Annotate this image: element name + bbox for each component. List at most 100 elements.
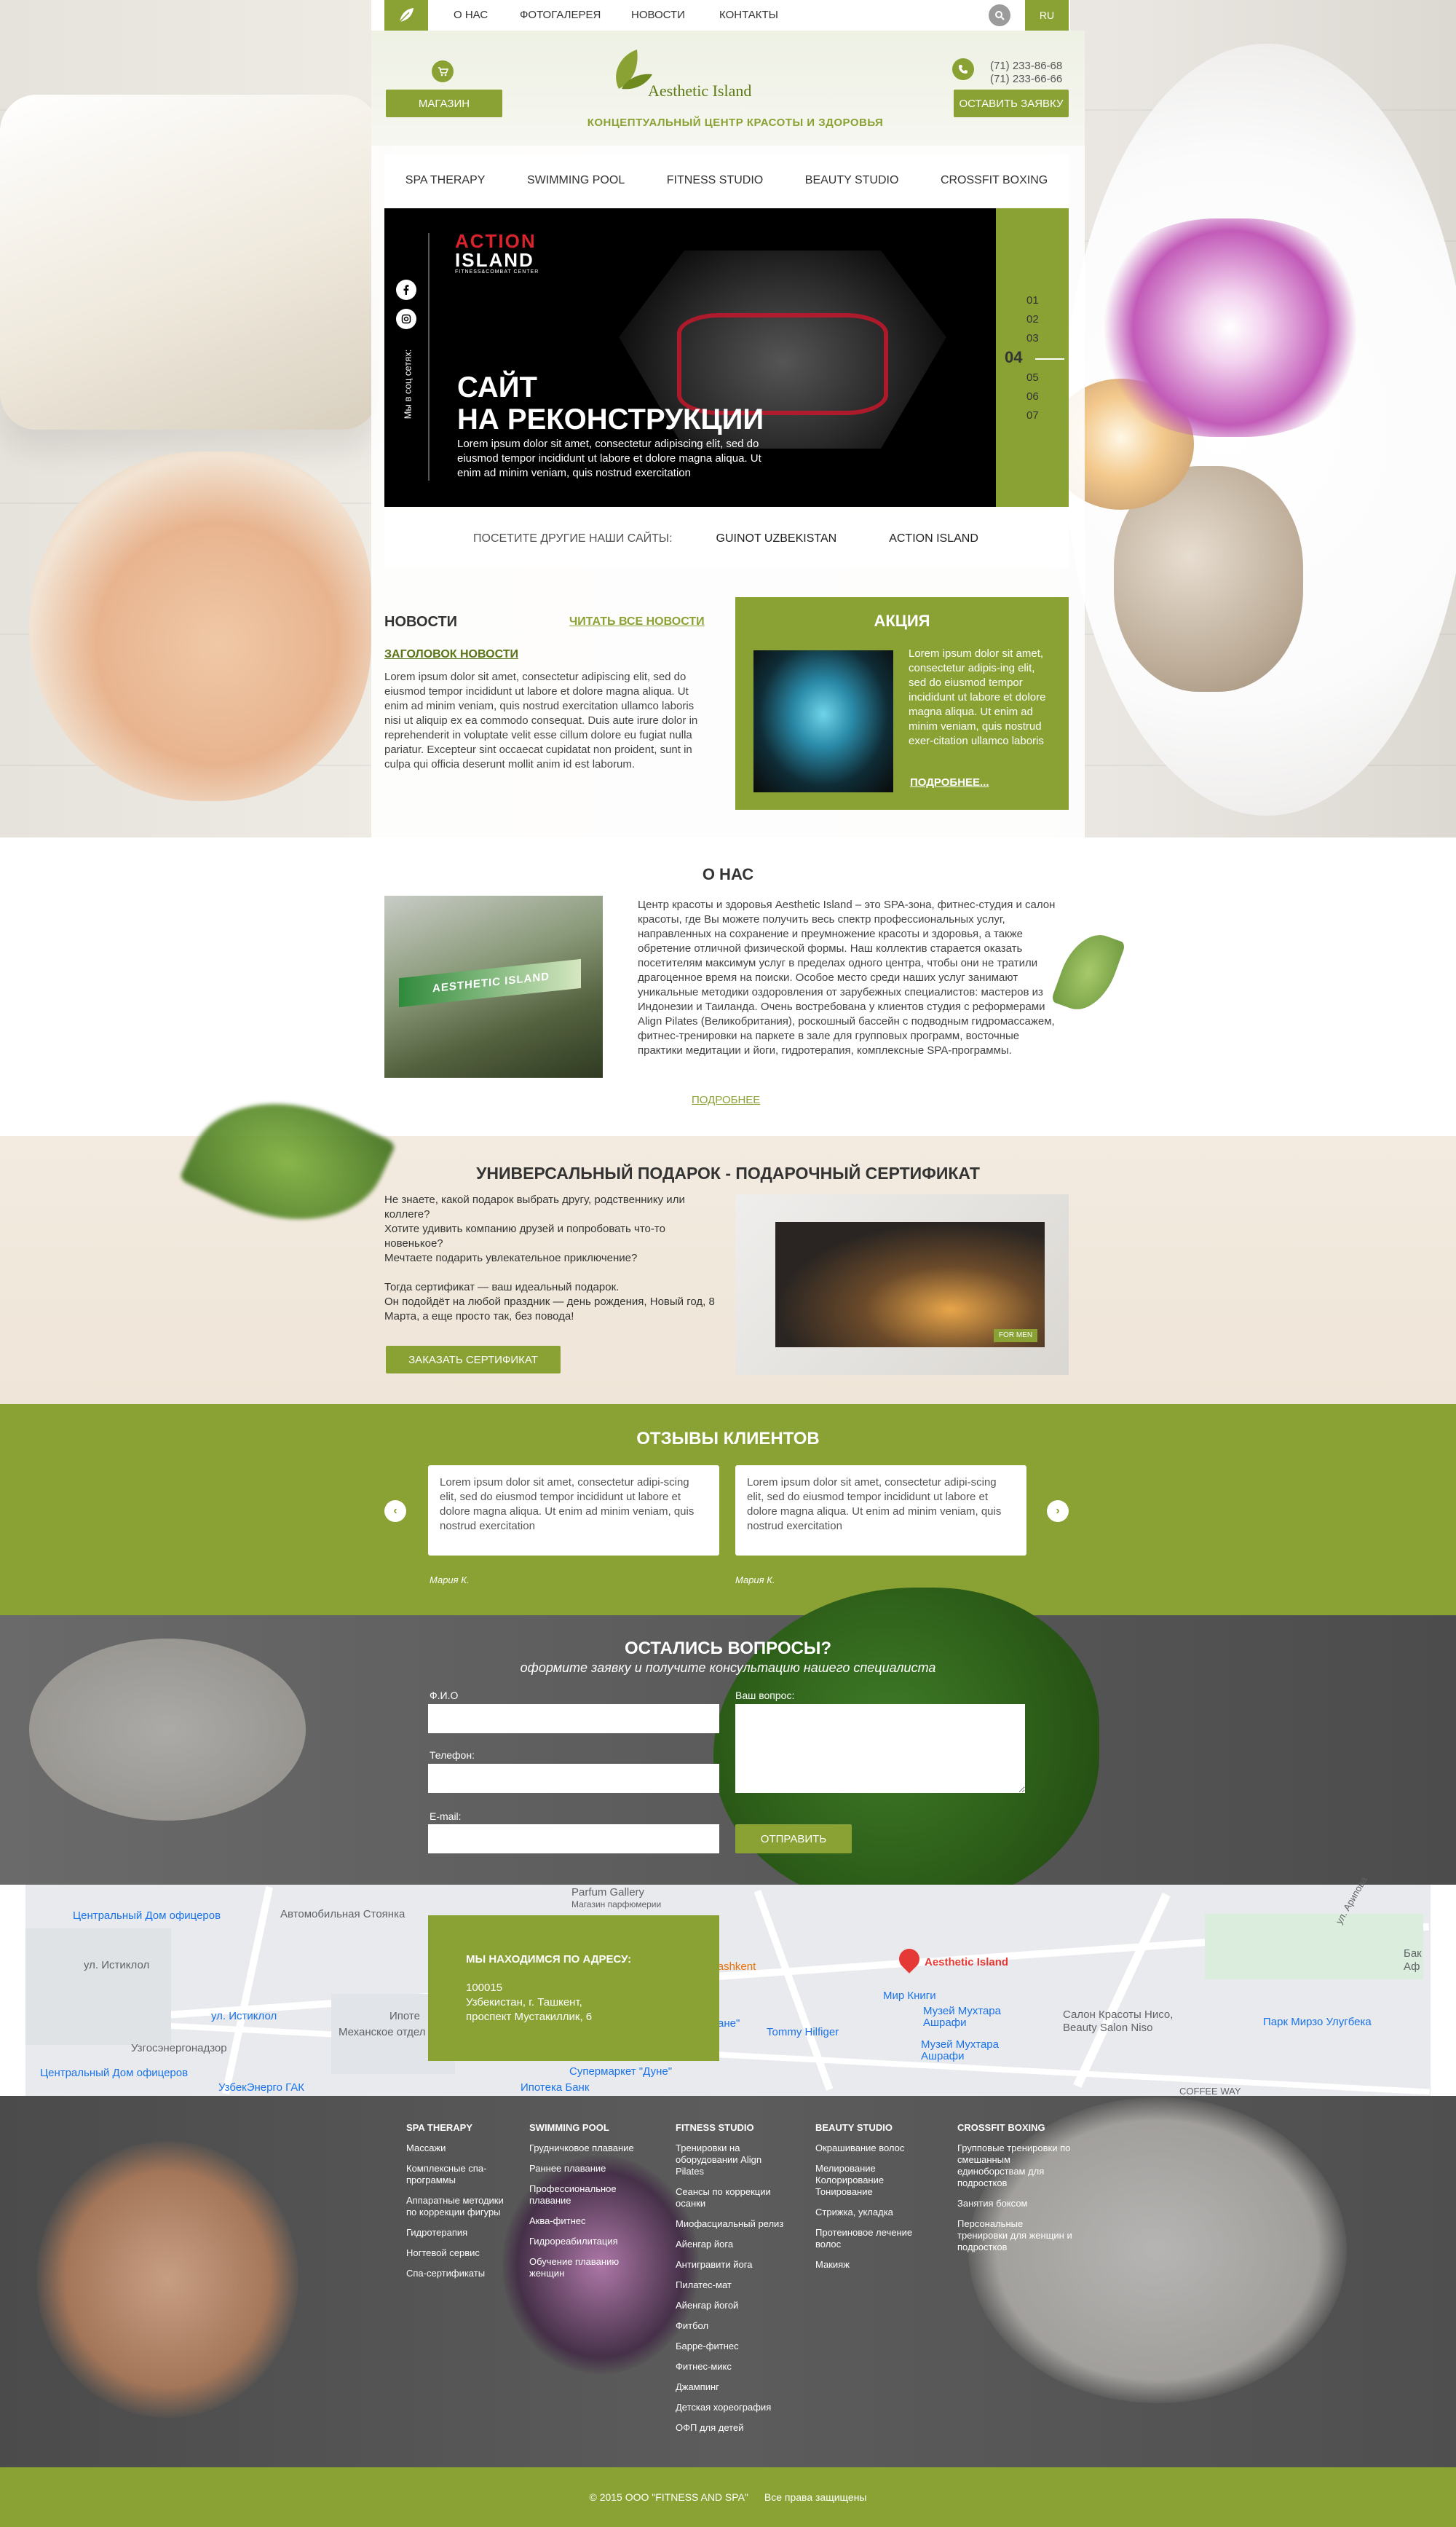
nav-about[interactable]: О НАС	[454, 9, 488, 21]
map-label-museum-1: Музей Мухтара Ашрафи	[923, 2005, 1001, 2029]
nav-contacts[interactable]: КОНТАКТЫ	[719, 9, 778, 21]
map-label-uzgas: Узгосэнергонадзор	[131, 2042, 227, 2054]
map-label-museum-2: Музей Мухтара Ашрафи	[921, 2038, 999, 2062]
guinot-link[interactable]: GUINOT UZBEKISTAN	[716, 532, 837, 545]
footer-link[interactable]: Пилатес-мат	[676, 2279, 792, 2291]
footer-list-fitness: Тренировки на оборудовании Align Pilates…	[676, 2142, 792, 2443]
request-button[interactable]: ОСТАВИТЬ ЗАЯВКУ	[954, 90, 1069, 117]
footer-heading-beauty[interactable]: BEAUTY STUDIO	[815, 2122, 893, 2133]
submit-button[interactable]: ОТПРАВИТЬ	[735, 1824, 852, 1853]
contact-subheading: оформите заявку и получите консультацию …	[520, 1660, 936, 1675]
map-label-mekhanskoe: Механское отдел	[339, 2026, 426, 2038]
leaf-decoration	[1051, 926, 1126, 1019]
map-label-coffee: COFFEE WAY	[1179, 2086, 1241, 2097]
footer-link[interactable]: Макияж	[815, 2259, 925, 2271]
footer-link[interactable]: Протеиновое лечение волос	[815, 2227, 925, 2250]
footer-link[interactable]: Массажи	[406, 2142, 508, 2154]
shell-salt-image	[29, 452, 371, 801]
footer-link[interactable]: Айенгар йогой	[676, 2300, 792, 2311]
footer-link[interactable]: Мелирование Колорирование Тонирование	[815, 2163, 925, 2198]
footer-link[interactable]: Занятия боксом	[957, 2198, 1074, 2209]
slide-dot-4-active[interactable]: 04	[1005, 348, 1022, 367]
email-field[interactable]	[428, 1824, 719, 1853]
service-fitness-studio[interactable]: FITNESS STUDIO	[667, 174, 763, 187]
footer-link[interactable]: Комплексные спа-программы	[406, 2163, 508, 2186]
footer-link[interactable]: Гидротерапия	[406, 2227, 508, 2239]
footer-link[interactable]: Барре-фитнес	[676, 2341, 792, 2352]
question-field[interactable]	[735, 1704, 1025, 1793]
footer-link[interactable]: Джампинг	[676, 2381, 792, 2393]
promo-more-link[interactable]: ПОДРОБНЕЕ...	[910, 776, 989, 789]
slide-dot-6[interactable]: 06	[1026, 390, 1039, 403]
search-button[interactable]	[989, 4, 1010, 26]
all-news-link[interactable]: ЧИТАТЬ ВСЕ НОВОСТИ	[569, 615, 705, 628]
slide-text: Lorem ipsum dolor sit amet, consectetur …	[457, 438, 761, 479]
slide-dot-1[interactable]: 01	[1026, 294, 1039, 307]
footer-link[interactable]: Групповые тренировки по смешанным единоб…	[957, 2142, 1074, 2189]
footer-heading-fitness[interactable]: FITNESS STUDIO	[676, 2122, 754, 2133]
reviews-next-button[interactable]: ›	[1047, 1500, 1069, 1522]
news-heading: НОВОСТИ	[384, 614, 458, 630]
copyright-text: © 2015 ООО "FITNESS AND SPA"	[589, 2491, 748, 2503]
slider-divider	[428, 233, 430, 481]
service-swimming-pool[interactable]: SWIMMING POOL	[527, 174, 625, 187]
action-island-link[interactable]: ACTION ISLAND	[889, 532, 978, 545]
phone-number-1[interactable]: (71) 233-86-68	[990, 60, 1062, 72]
reviews-prev-button[interactable]: ‹	[384, 1500, 406, 1522]
footer-link[interactable]: Раннее плавание	[529, 2163, 638, 2175]
footer-link[interactable]: Грудничковое плавание	[529, 2142, 638, 2154]
slide-dot-5[interactable]: 05	[1026, 371, 1039, 384]
map-label-aesthetic[interactable]: Aesthetic Island	[925, 1956, 1008, 1968]
other-sites-label: ПОСЕТИТЕ ДРУГИЕ НАШИ САЙТЫ:	[473, 532, 673, 545]
footer-link[interactable]: Гидрореабилитация	[529, 2236, 638, 2247]
footer-link[interactable]: Айенгар йога	[676, 2239, 792, 2250]
order-certificate-button[interactable]: ЗАКАЗАТЬ СЕРТИФИКАТ	[386, 1346, 561, 1373]
map-label-park: Парк Мирзо Улугбека	[1263, 2016, 1372, 2028]
footer-link[interactable]: Обучение плаванию женщин	[529, 2256, 638, 2279]
nav-news[interactable]: НОВОСТИ	[631, 9, 685, 21]
service-beauty-studio[interactable]: BEAUTY STUDIO	[805, 174, 899, 187]
slide-dot-2[interactable]: 02	[1026, 313, 1039, 326]
footer-link[interactable]: Окрашивание волос	[815, 2142, 925, 2154]
service-spa-therapy[interactable]: SPA THERAPY	[405, 174, 486, 187]
footer-heading-spa[interactable]: SPA THERAPY	[406, 2122, 472, 2133]
footer-link[interactable]: Стрижка, укладка	[815, 2207, 925, 2218]
footer-link[interactable]: Детская хореография	[676, 2402, 792, 2413]
language-selector[interactable]: RU	[1025, 0, 1069, 31]
home-logo-button[interactable]	[384, 0, 428, 31]
footer-link[interactable]: Тренировки на оборудовании Align Pilates	[676, 2142, 792, 2177]
footer-link[interactable]: Фитнес-микс	[676, 2361, 792, 2373]
nav-gallery[interactable]: ФОТОГАЛЕРЕЯ	[520, 9, 601, 21]
service-crossfit-boxing[interactable]: CROSSFIT BOXING	[941, 174, 1048, 187]
gift-text-4: Тогда сертификат — ваш идеальный подарок…	[384, 1281, 620, 1293]
rights-text: Все права защищены	[764, 2491, 867, 2503]
facebook-link[interactable]	[396, 280, 416, 300]
footer-link[interactable]: Антигравити йога	[676, 2259, 792, 2271]
slide-dot-7[interactable]: 07	[1026, 409, 1039, 422]
footer-heading-pool[interactable]: SWIMMING POOL	[529, 2122, 609, 2133]
other-sites-bar: ПОСЕТИТЕ ДРУГИЕ НАШИ САЙТЫ: GUINOT UZBEK…	[384, 510, 1069, 568]
news-title-link[interactable]: ЗАГОЛОВОК НОВОСТИ	[384, 648, 518, 661]
about-more-link[interactable]: ПОДРОБНЕЕ	[692, 1094, 760, 1106]
map-label-salon: Салон Красоты Нисо, Beauty Salon Niso	[1063, 2008, 1174, 2034]
footer-link[interactable]: Миофасциальный релиз	[676, 2218, 792, 2230]
name-field[interactable]	[428, 1704, 719, 1733]
slide-dot-3[interactable]: 03	[1026, 332, 1039, 344]
phone-number-2[interactable]: (71) 233-66-66	[990, 73, 1062, 85]
footer-heading-crossfit[interactable]: CROSSFIT BOXING	[957, 2122, 1045, 2133]
phone-field[interactable]	[428, 1764, 719, 1793]
footer-link[interactable]: Сеансы по коррекции осанки	[676, 2186, 792, 2209]
footer-link[interactable]: ОФП для детей	[676, 2422, 792, 2434]
footer-link[interactable]: Аппаратные методики по коррекции фигуры	[406, 2195, 508, 2218]
footer-link[interactable]: Аква-фитнес	[529, 2215, 638, 2227]
shop-button[interactable]: МАГАЗИН	[386, 90, 502, 117]
footer-link[interactable]: Ногтевой сервис	[406, 2247, 508, 2259]
footer-link[interactable]: Фитбол	[676, 2320, 792, 2332]
slide-title: САЙТ НА РЕКОНСТРУКЦИИ	[457, 371, 764, 435]
footer-link[interactable]: Спа-сертификаты	[406, 2268, 508, 2279]
review-author: Мария К.	[430, 1574, 470, 1585]
footer-link[interactable]: Профессиональное плавание	[529, 2183, 638, 2207]
map[interactable]	[25, 1885, 1431, 2096]
review-card: Lorem ipsum dolor sit amet, consectetur …	[428, 1465, 719, 1556]
footer-link[interactable]: Персональные тренировки для женщин и под…	[957, 2218, 1074, 2253]
